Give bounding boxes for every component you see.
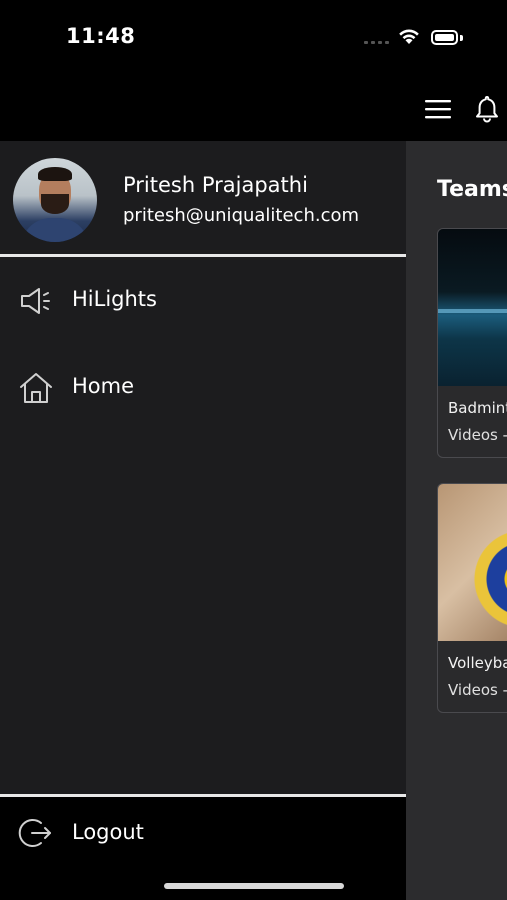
app-screen: 11:48 Teams Badminton Videos - Volle xyxy=(0,0,507,900)
battery-icon xyxy=(431,30,458,45)
profile-email: pritesh@uniqualitech.com xyxy=(123,205,360,226)
card-subtitle: Videos - xyxy=(448,426,507,444)
badminton-image xyxy=(438,229,507,386)
divider xyxy=(0,794,406,797)
logout-label: Logout xyxy=(72,820,144,844)
logout-icon xyxy=(18,819,51,847)
wifi-icon xyxy=(399,29,419,44)
megaphone-icon xyxy=(21,288,50,314)
content-title: Teams xyxy=(437,177,507,202)
divider xyxy=(0,254,406,257)
card-title: Badminton xyxy=(448,399,507,417)
card-subtitle: Videos - xyxy=(448,681,507,699)
team-card-volleyball[interactable]: Volleyball Videos - xyxy=(437,483,507,713)
drawer-item-home[interactable]: Home xyxy=(0,358,406,418)
drawer-item-label: Home xyxy=(72,374,135,398)
volleyball-image xyxy=(438,484,507,641)
logout-button[interactable]: Logout xyxy=(0,806,406,866)
profile-name: Pritesh Prajapathi xyxy=(123,173,308,197)
teams-content: Teams Badminton Videos - Volleyball Vide… xyxy=(406,141,507,900)
profile-header[interactable]: Pritesh Prajapathi pritesh@uniqualitech.… xyxy=(0,141,406,254)
bell-icon[interactable] xyxy=(474,95,500,123)
cellular-signal-icon xyxy=(364,41,389,44)
status-time: 11:48 xyxy=(66,24,136,48)
battery-tip xyxy=(460,35,463,41)
home-icon xyxy=(20,373,52,403)
drawer-item-hilights[interactable]: HiLights xyxy=(0,271,406,331)
navigation-drawer: Pritesh Prajapathi pritesh@uniqualitech.… xyxy=(0,141,406,900)
home-indicator[interactable] xyxy=(164,883,344,889)
team-card-badminton[interactable]: Badminton Videos - xyxy=(437,228,507,458)
status-bar: 11:48 xyxy=(0,0,507,80)
card-title: Volleyball xyxy=(448,654,507,672)
hamburger-menu-icon[interactable] xyxy=(425,98,451,120)
avatar xyxy=(13,158,97,242)
drawer-item-label: HiLights xyxy=(72,287,157,311)
